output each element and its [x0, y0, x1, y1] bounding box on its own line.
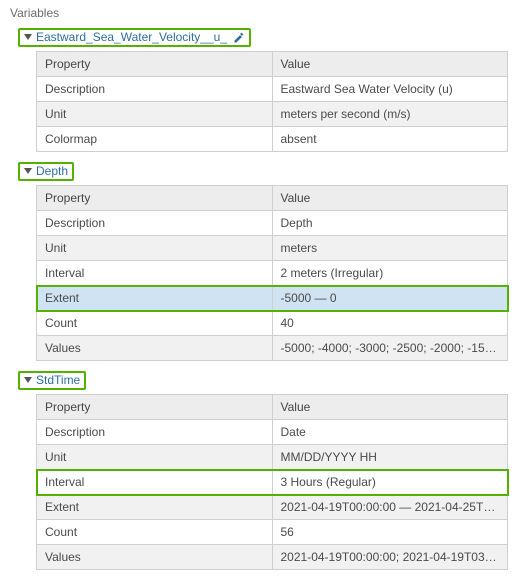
- section-label-stdtime: StdTime: [36, 373, 80, 387]
- table-row[interactable]: Count 56: [37, 520, 508, 545]
- caret-down-icon: [24, 34, 32, 40]
- cell-property: Values: [37, 336, 273, 361]
- table-row-extent[interactable]: Extent -5000 — 0: [37, 286, 508, 311]
- cell-value: Eastward Sea Water Velocity (u): [272, 77, 508, 102]
- table-row[interactable]: Unit MM/DD/YYYY HH: [37, 445, 508, 470]
- cell-value: meters: [272, 236, 508, 261]
- panel-title: Variables: [10, 6, 510, 20]
- cell-property: Colormap: [37, 127, 273, 152]
- table-row[interactable]: Unit meters per second (m/s): [37, 102, 508, 127]
- header-highlight-stdtime: StdTime: [18, 371, 86, 390]
- table-row-interval[interactable]: Interval 3 Hours (Regular): [37, 470, 508, 495]
- cell-property: Unit: [37, 236, 273, 261]
- cell-property: Unit: [37, 102, 273, 127]
- cell-property: Count: [37, 311, 273, 336]
- col-header-property[interactable]: Property: [37, 395, 273, 420]
- cell-value: Depth: [272, 211, 508, 236]
- cell-property: Description: [37, 211, 273, 236]
- cell-property: Interval: [37, 470, 273, 495]
- section-stdtime: StdTime Property Value Description Date …: [8, 371, 510, 570]
- header-highlight-depth: Depth: [18, 162, 74, 181]
- props-table-eastward: Property Value Description Eastward Sea …: [36, 51, 508, 152]
- cell-property: Values: [37, 545, 273, 570]
- cell-property: Unit: [37, 445, 273, 470]
- col-header-value[interactable]: Value: [272, 186, 508, 211]
- cell-property: Extent: [37, 495, 273, 520]
- cell-value: -5000; -4000; -3000; -2500; -2000; -1500…: [272, 336, 508, 361]
- cell-value: 2021-04-19T00:00:00 — 2021-04-25T21:00:0…: [272, 495, 508, 520]
- cell-value: 2021-04-19T00:00:00; 2021-04-19T03:00:00…: [272, 545, 508, 570]
- cell-value: 3 Hours (Regular): [272, 470, 508, 495]
- col-header-property[interactable]: Property: [37, 186, 273, 211]
- cell-value: 56: [272, 520, 508, 545]
- section-header-eastward[interactable]: Eastward_Sea_Water_Velocity__u_: [18, 28, 510, 47]
- edit-icon[interactable]: [233, 30, 245, 44]
- table-row[interactable]: Count 40: [37, 311, 508, 336]
- cell-value: -5000 — 0: [272, 286, 508, 311]
- table-row[interactable]: Description Depth: [37, 211, 508, 236]
- variables-panel: Variables Eastward_Sea_Water_Velocity__u…: [0, 0, 518, 586]
- table-row[interactable]: Values -5000; -4000; -3000; -2500; -2000…: [37, 336, 508, 361]
- caret-down-icon: [24, 377, 32, 383]
- cell-property: Description: [37, 77, 273, 102]
- col-header-property[interactable]: Property: [37, 52, 273, 77]
- table-row[interactable]: Colormap absent: [37, 127, 508, 152]
- cell-value: Date: [272, 420, 508, 445]
- cell-value: MM/DD/YYYY HH: [272, 445, 508, 470]
- section-eastward: Eastward_Sea_Water_Velocity__u_ Property…: [8, 28, 510, 152]
- table-row[interactable]: Description Date: [37, 420, 508, 445]
- table-row[interactable]: Interval 2 meters (Irregular): [37, 261, 508, 286]
- cell-property: Interval: [37, 261, 273, 286]
- cell-property: Description: [37, 420, 273, 445]
- section-header-stdtime[interactable]: StdTime: [18, 371, 510, 390]
- section-depth: Depth Property Value Description Depth U…: [8, 162, 510, 361]
- table-row[interactable]: Description Eastward Sea Water Velocity …: [37, 77, 508, 102]
- props-table-depth: Property Value Description Depth Unit me…: [36, 185, 508, 361]
- section-label-eastward: Eastward_Sea_Water_Velocity__u_: [36, 30, 227, 44]
- section-label-depth: Depth: [36, 164, 68, 178]
- section-header-depth[interactable]: Depth: [18, 162, 510, 181]
- table-row[interactable]: Unit meters: [37, 236, 508, 261]
- cell-value: absent: [272, 127, 508, 152]
- props-table-stdtime: Property Value Description Date Unit MM/…: [36, 394, 508, 570]
- header-highlight-eastward: Eastward_Sea_Water_Velocity__u_: [18, 28, 251, 47]
- col-header-value[interactable]: Value: [272, 52, 508, 77]
- cell-property: Extent: [37, 286, 273, 311]
- table-row[interactable]: Extent 2021-04-19T00:00:00 — 2021-04-25T…: [37, 495, 508, 520]
- cell-property: Count: [37, 520, 273, 545]
- table-row[interactable]: Values 2021-04-19T00:00:00; 2021-04-19T0…: [37, 545, 508, 570]
- cell-value: 2 meters (Irregular): [272, 261, 508, 286]
- cell-value: 40: [272, 311, 508, 336]
- cell-value: meters per second (m/s): [272, 102, 508, 127]
- caret-down-icon: [24, 168, 32, 174]
- col-header-value[interactable]: Value: [272, 395, 508, 420]
